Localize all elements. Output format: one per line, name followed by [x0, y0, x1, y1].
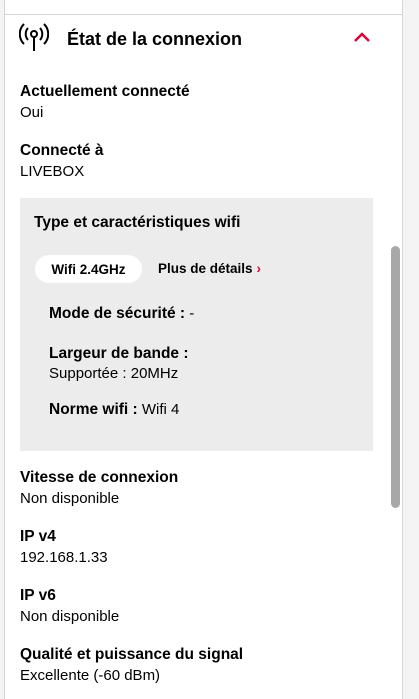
field-label: Vitesse de connexion	[20, 469, 179, 486]
field-label: IP v6	[20, 587, 56, 604]
more-details-label: Plus de détails	[158, 261, 253, 276]
wifi-characteristics-box: Type et caractéristiques wifi Wifi 2.4GH…	[20, 198, 373, 451]
field-ipv6: IP v6 Non disponible	[20, 586, 119, 627]
field-label: IP v4	[20, 528, 56, 545]
field-label: Connecté à	[20, 142, 104, 159]
field-label: Qualité et puissance du signal	[20, 646, 244, 663]
security-mode: Mode de sécurité : -	[49, 304, 194, 324]
field-value: Excellente (-60 dBm)	[20, 667, 161, 684]
section-title: État de la connexion	[67, 29, 243, 49]
field-value: Non disponible	[20, 490, 120, 507]
connection-status-panel: État de la connexion Actuellement connec…	[4, 15, 403, 699]
field-label: Actuellement connecté	[20, 83, 190, 100]
security-label: Mode de sécurité :	[49, 305, 186, 322]
chevron-right-icon: ›	[256, 261, 262, 276]
previous-card	[4, 0, 403, 15]
wifi-signal-icon	[19, 23, 49, 51]
scrollbar-thumb[interactable]	[391, 246, 400, 508]
norm-value: Wifi 4	[141, 401, 180, 418]
wifi-band-badge: Wifi 2.4GHz	[35, 255, 142, 283]
field-connected-to: Connecté à LIVEBOX	[20, 141, 104, 182]
field-value: Non disponible	[20, 608, 120, 625]
field-value: Oui	[20, 104, 44, 121]
field-value: 192.168.1.33	[20, 549, 108, 566]
section-header[interactable]: État de la connexion	[5, 15, 402, 63]
bandwidth: Largeur de bande : Supportée : 20MHz	[49, 344, 189, 384]
field-connection-speed: Vitesse de connexion Non disponible	[20, 468, 178, 509]
more-details-link[interactable]: Plus de détails ›	[158, 261, 261, 276]
security-value: -	[189, 305, 195, 322]
bandwidth-label: Largeur de bande :	[49, 345, 189, 362]
chevron-up-icon[interactable]	[353, 30, 371, 44]
field-signal-quality: Qualité et puissance du signal Excellent…	[20, 645, 243, 686]
field-value: LIVEBOX	[20, 163, 85, 180]
field-ipv4: IP v4 192.168.1.33	[20, 527, 108, 568]
wifi-box-title: Type et caractéristiques wifi	[34, 214, 241, 231]
norm-label: Norme wifi :	[49, 401, 138, 418]
bandwidth-value: Supportée : 20MHz	[49, 365, 179, 382]
field-currently-connected: Actuellement connecté Oui	[20, 82, 190, 123]
wifi-norm: Norme wifi : Wifi 4	[49, 400, 179, 420]
